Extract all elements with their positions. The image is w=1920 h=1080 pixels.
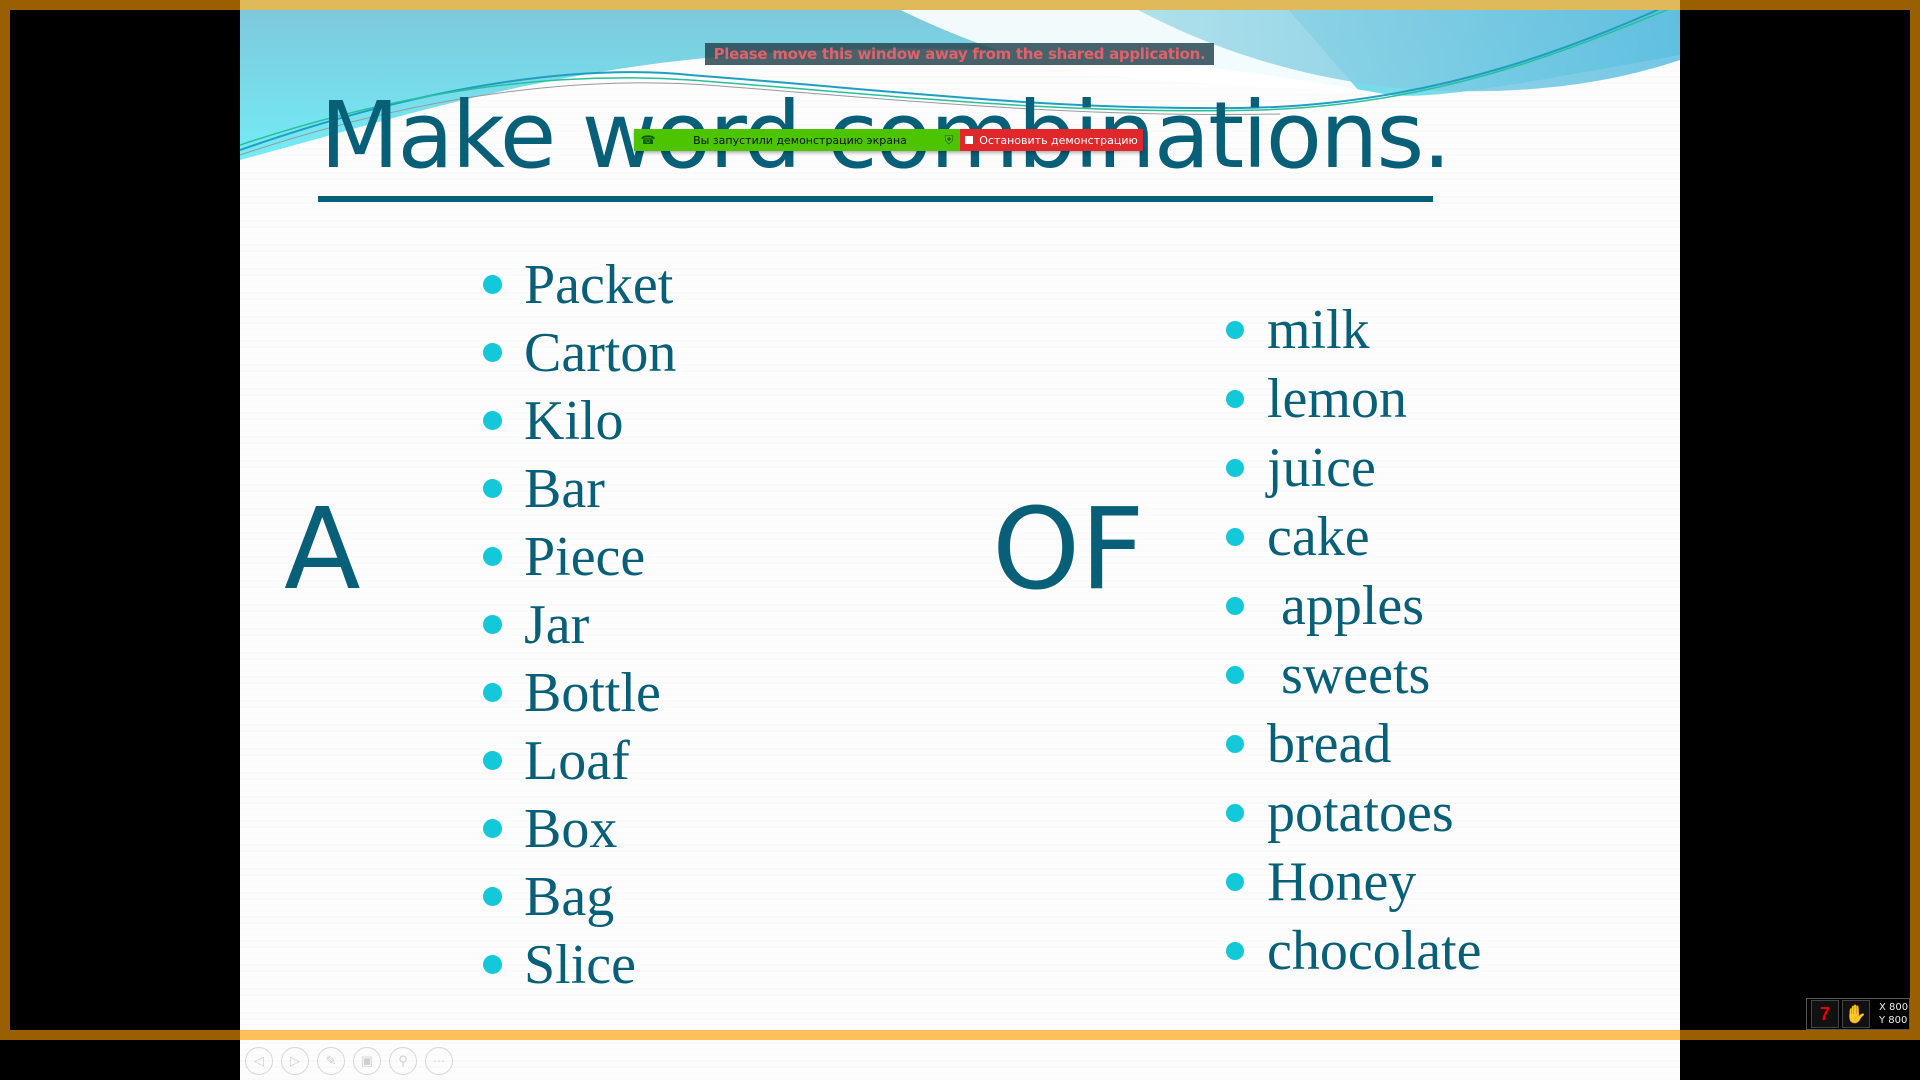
window-frame-left [0,0,10,1040]
list-item: Kilo [483,387,676,455]
screen-share-bar: ☎ Вы запустили демонстрацию экрана ⛨ Ост… [634,129,1143,151]
title-underline [318,196,1433,202]
preposition-of: OF [992,485,1145,615]
move-window-warning: Please move this window away from the sh… [705,43,1214,65]
phone-icon: ☎ [640,133,656,147]
previous-slide-button[interactable]: ◁ [245,1046,273,1075]
list-item: Packet [483,251,676,319]
cursor-mark-icon: 7 [1811,1000,1839,1028]
list-item: lemon [1226,365,1482,434]
stop-sharing-label: Остановить демонстрацию [979,133,1138,147]
shield-icon: ⛨ [944,132,954,147]
bullet-icon [1226,873,1244,891]
list-item: Bag [483,863,676,931]
bullet-icon [483,479,502,498]
ellipsis-icon: ··· [432,1053,446,1068]
more-options-button[interactable]: ··· [425,1046,453,1075]
window-frame-right [1910,0,1920,1040]
bullet-icon [1226,735,1244,753]
list-item: chocolate [1226,917,1482,986]
bullet-icon [483,615,502,634]
coordinate-readout: X 800 Y 800 [1879,1001,1908,1027]
list-item: potatoes [1226,779,1482,848]
zoom-button[interactable]: ⚲ [389,1046,417,1075]
triangle-right-icon: ▷ [290,1052,300,1068]
mouse-tool-indicator: 7 ✋ X 800 Y 800 [1806,998,1910,1030]
bullet-icon [483,343,502,362]
magnifier-icon: ⚲ [398,1052,408,1068]
list-item: cake [1226,503,1482,572]
bullet-icon [1226,666,1244,684]
bullet-icon [483,683,502,702]
list-item: Carton [483,319,676,387]
list-item: Honey [1226,848,1482,917]
bullet-icon [483,411,502,430]
see-all-slides-button[interactable]: ▣ [353,1046,381,1075]
food-word-list: milk lemon juice cake apples sweets brea… [1226,296,1482,986]
slides-grid-icon: ▣ [360,1052,374,1068]
list-item: Box [483,795,676,863]
pen-icon: ✎ [325,1052,337,1068]
list-item: Slice [483,931,676,999]
share-status-panel[interactable]: ☎ Вы запустили демонстрацию экрана ⛨ [634,129,960,151]
bullet-icon [1226,942,1244,960]
y-coordinate: Y 800 [1879,1015,1908,1026]
bullet-icon [483,751,502,770]
list-item: juice [1226,434,1482,503]
bullet-icon [1226,390,1244,408]
list-item: sweets [1226,641,1482,710]
list-item: bread [1226,710,1482,779]
bullet-icon [1226,528,1244,546]
stop-icon [965,136,974,144]
triangle-left-icon: ◁ [254,1052,264,1068]
pen-button[interactable]: ✎ [317,1046,345,1075]
bullet-icon [483,955,502,974]
list-item: milk [1226,296,1482,365]
list-item: Loaf [483,727,676,795]
list-item: Piece [483,523,676,591]
hand-icon: ✋ [1842,1000,1870,1028]
x-coordinate: X 800 [1879,1002,1909,1013]
next-slide-button[interactable]: ▷ [281,1046,309,1075]
stop-sharing-button[interactable]: Остановить демонстрацию [960,129,1143,151]
bullet-icon [1226,459,1244,477]
container-word-list: Packet Carton Kilo Bar Piece Jar Bottle … [483,251,676,999]
bullet-icon [1226,804,1244,822]
list-item: Bar [483,455,676,523]
list-item: Jar [483,591,676,659]
list-item: apples [1226,572,1482,641]
bullet-icon [483,275,502,294]
article-a: A [284,485,361,615]
slideshow-toolbar: ◁ ▷ ✎ ▣ ⚲ ··· [240,1041,453,1080]
bullet-icon [483,887,502,906]
bullet-icon [1226,321,1244,339]
list-item: Bottle [483,659,676,727]
share-status-label: Вы запустили демонстрацию экрана [693,133,907,147]
bullet-icon [483,819,502,838]
bullet-icon [483,547,502,566]
bullet-icon [1226,597,1244,615]
